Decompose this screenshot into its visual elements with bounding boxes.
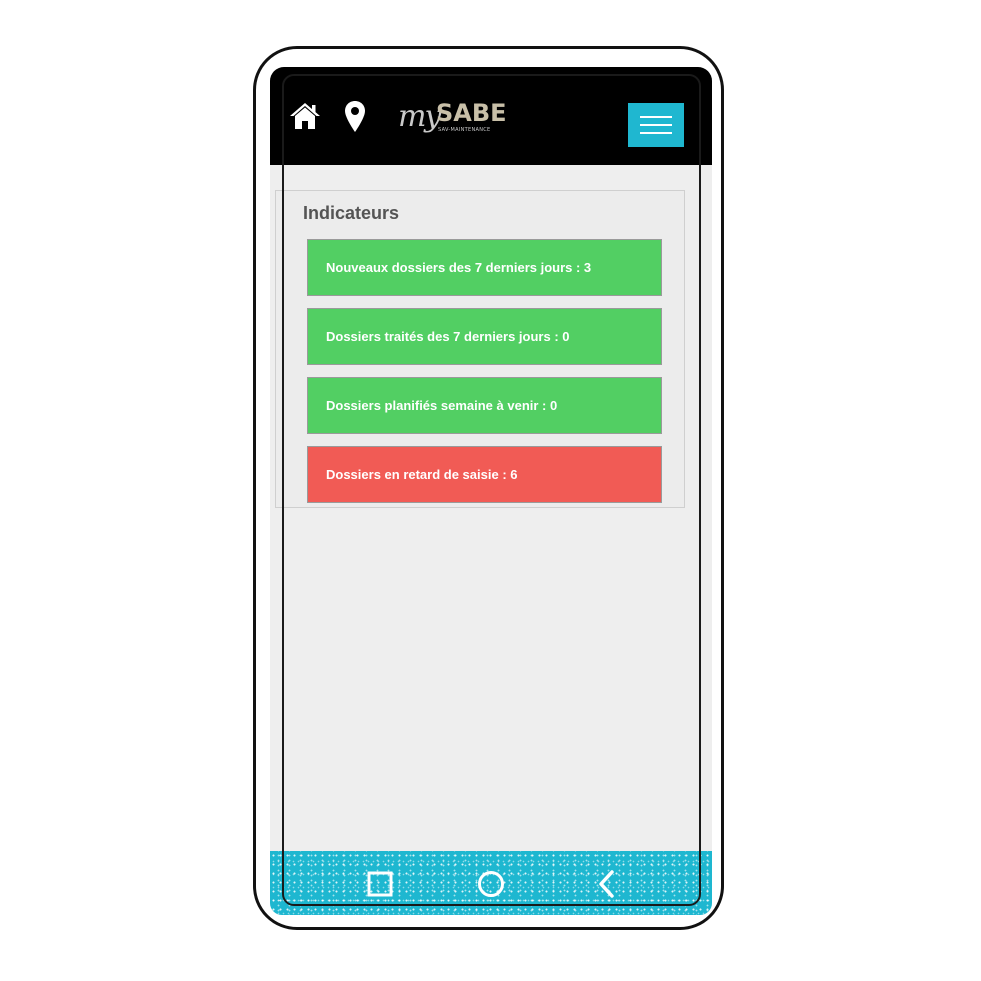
logo-my-text: my [398,99,441,134]
app-screen: my SABE SAV-MAINTENANCE Indicateurs Nouv… [270,67,712,915]
top-header-bar: my SABE SAV-MAINTENANCE [270,67,712,165]
hamburger-line [640,132,672,134]
home-circle-icon[interactable] [471,863,511,903]
indicator-planned-files[interactable]: Dossiers planifiés semaine à venir : 0 [307,377,662,434]
map-pin-icon[interactable] [344,100,366,134]
indicator-new-files[interactable]: Nouveaux dossiers des 7 derniers jours :… [307,239,662,296]
hamburger-line [640,124,672,126]
back-icon[interactable] [586,863,626,903]
hamburger-menu-icon [640,116,672,118]
indicator-processed-files[interactable]: Dossiers traités des 7 derniers jours : … [307,308,662,365]
hamburger-menu-button[interactable] [628,103,684,147]
recent-apps-icon[interactable] [360,863,400,903]
home-icon[interactable] [288,101,322,131]
panel-title: Indicateurs [303,203,400,223]
android-navigation-bar [270,851,712,915]
logo-brand-text: SABE [436,99,507,127]
indicator-late-files[interactable]: Dossiers en retard de saisie : 6 [307,446,662,503]
indicators-panel: Indicateurs Nouveaux dossiers des 7 dern… [275,190,685,508]
mysabe-logo: my SABE SAV-MAINTENANCE [398,97,518,141]
logo-subtitle: SAV-MAINTENANCE [438,127,491,133]
